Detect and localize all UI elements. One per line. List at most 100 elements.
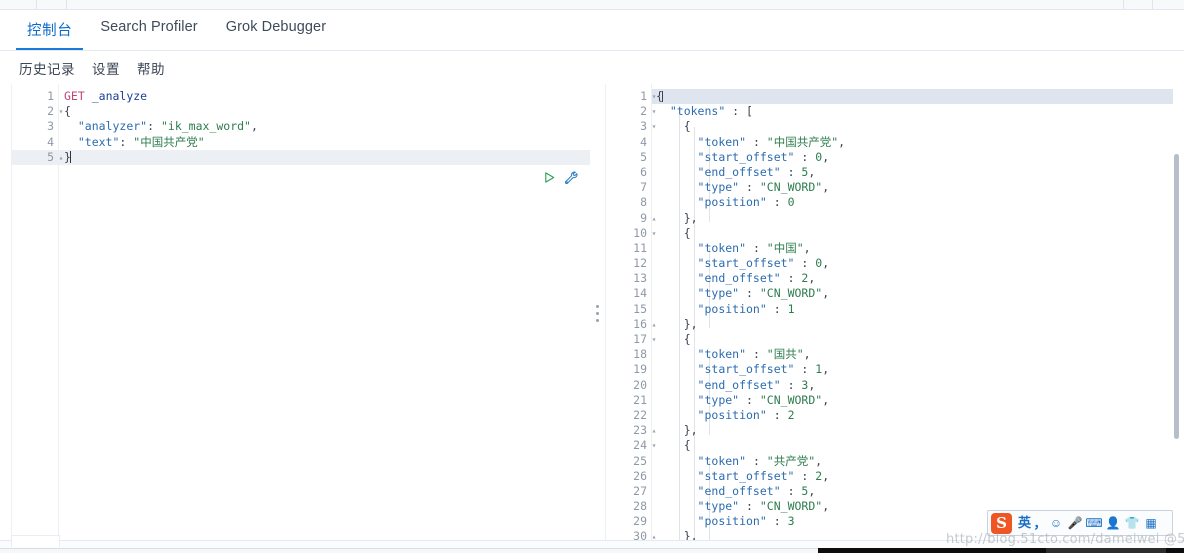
main-tabbar: 控制台 Search Profiler Grok Debugger (0, 10, 1184, 51)
sogou-ime-toolbar[interactable]: S 英， ☺ 🎤 ⌨ 👤 👕 ▦ (987, 510, 1173, 536)
ime-user-center-icon[interactable]: 👤 (1104, 513, 1122, 533)
response-line-number: 19 (633, 362, 647, 377)
response-line-number: 20 (633, 377, 647, 392)
request-code-line: } (64, 149, 71, 164)
ime-language-mode-icon[interactable]: 英 (1016, 513, 1033, 533)
response-code-line: }, (683, 210, 698, 225)
response-line-number: 27 (633, 483, 647, 498)
request-code[interactable]: GET _analyze{ "analyzer": "ik_max_word",… (64, 89, 590, 165)
response-line-number: 26 (633, 468, 647, 483)
response-code-line: "position" : 2 (697, 407, 795, 422)
browser-chrome-strip (0, 0, 1184, 10)
response-line-number: 16 ▴ (606, 317, 656, 332)
play-icon[interactable] (543, 171, 556, 184)
wrench-icon[interactable] (563, 170, 578, 185)
chrome-seam (36, 0, 37, 9)
response-line-number: 22 (633, 407, 647, 422)
request-line-numbers: 1 2 ▾ 3 4 5 ▴ (12, 89, 63, 165)
ime-skin-icon[interactable]: 👕 (1123, 513, 1141, 533)
response-line-number: 10 ▾ (606, 226, 656, 241)
submenu-item-0[interactable]: 历史记录 (19, 58, 75, 78)
chrome-seam (66, 0, 67, 9)
response-code-line: "start_offset" : 2, (697, 468, 830, 483)
response-line-number: 15 (633, 301, 647, 316)
request-line-number: 4 (47, 134, 54, 149)
submenu-list: 历史记录 设置 帮助 (19, 51, 165, 84)
response-line-number: 17 ▾ (606, 332, 656, 347)
submenu-item-2[interactable]: 帮助 (137, 58, 165, 78)
response-line-number: 24 ▾ (606, 438, 656, 453)
response-line-number: 3 ▾ (606, 119, 656, 134)
response-code-line: "token" : "中国", (697, 240, 811, 255)
request-code-line: "analyzer": "ik_max_word", (77, 119, 258, 134)
response-line-number: 7 (640, 180, 647, 195)
request-code-line: { (64, 104, 71, 119)
response-line-number: 9 ▴ (606, 211, 656, 226)
taskbar-segment (1046, 548, 1166, 553)
request-line-number: 1 (47, 89, 54, 103)
taskbar-page-area (0, 548, 818, 553)
response-code-line: }, (683, 316, 698, 331)
response-code-line: "start_offset" : 0, (697, 149, 830, 164)
request-code-line: GET _analyze (64, 89, 148, 103)
ime-item-list: 英， ☺ 🎤 ⌨ 👤 👕 ▦ (1016, 513, 1160, 533)
response-code-line: "start_offset" : 1, (697, 362, 830, 377)
response-code-line: "type" : "CN_WORD", (697, 180, 830, 195)
request-code-line: "text": "中国共产党" (77, 134, 205, 149)
response-line-number: 21 (633, 392, 647, 407)
response-code-line: "end_offset" : 3, (697, 377, 816, 392)
response-code-line: "position" : 1 (697, 301, 795, 316)
splitter-grip-icon[interactable] (596, 305, 600, 326)
response-line-number: 23 ▴ (606, 423, 656, 438)
response-line-number: 13 (633, 271, 647, 286)
response-line-number: 18 (633, 347, 647, 362)
editor-workarea: 1 2 ▾ 3 4 5 ▴ GET _analyze{ "analyzer": "ik_ma… (0, 84, 1184, 540)
response-line-number: 1 ▾ (606, 89, 656, 104)
response-line-number: 30 ▴ (606, 529, 656, 540)
response-scrollbar[interactable] (1174, 154, 1179, 439)
response-line-number: 14 (633, 286, 647, 301)
ime-soft-keyboard-icon[interactable]: ⌨ (1085, 513, 1103, 533)
ime-emoji-icon[interactable]: ☺ (1047, 513, 1065, 533)
tab-1[interactable]: Search Profiler (86, 10, 211, 50)
response-line-number: 12 (633, 256, 647, 271)
response-code-line: { (683, 438, 691, 453)
response-line-number: 4 (640, 134, 647, 149)
response-line-number: 8 (640, 195, 647, 210)
request-line-number: 2 ▾ (12, 104, 63, 119)
response-code-line: "position" : 0 (697, 195, 795, 210)
response-code-line: "start_offset" : 0, (697, 256, 830, 271)
response-code-line: }, (683, 423, 698, 438)
tab-2[interactable]: Grok Debugger (212, 10, 340, 50)
chrome-seam (1152, 0, 1153, 9)
response-viewer[interactable]: 1 ▾ 2 ▾ 3 ▾ 4 5 6 7 8 9 ▴ 10 ▾ 11 12 13 14 15 16 ▴ 17 ▾ 18 19 20 21… (605, 84, 1184, 540)
ime-voice-input-icon[interactable]: 🎤 (1066, 513, 1084, 533)
response-code-line: { (683, 225, 691, 240)
response-line-numbers: 1 ▾ 2 ▾ 3 ▾ 4 5 6 7 8 9 ▴ 10 ▾ 11 12 13 14 15 16 ▴ 17 ▾ 18 19 20 21… (606, 89, 656, 540)
left-rail (0, 84, 12, 540)
ime-toolbox-icon[interactable]: ▦ (1142, 513, 1160, 533)
response-code-line: "token" : "国共", (697, 347, 811, 362)
sogou-logo-icon[interactable]: S (991, 512, 1012, 534)
response-line-number: 25 (633, 453, 647, 468)
response-code: { "tokens" : [ { "token" : "中国共产党", "sta… (656, 89, 1184, 540)
response-line-number: 6 (640, 164, 647, 179)
request-editor[interactable]: 1 2 ▾ 3 4 5 ▴ GET _analyze{ "analyzer": "ik_ma… (12, 84, 590, 540)
ime-punctuation-mode-icon[interactable]: ， (1034, 513, 1047, 533)
tab-0[interactable]: 控制台 (13, 10, 86, 50)
taskbar (0, 548, 1184, 553)
response-code-line: { (683, 119, 691, 134)
response-code-line: "tokens" : [ (669, 104, 753, 119)
bottom-chip (11, 535, 60, 547)
response-code-line: { (656, 89, 663, 103)
response-line-number: 29 (633, 514, 647, 529)
response-code-line: { (683, 332, 691, 346)
request-line-number: 5 ▴ (12, 150, 63, 165)
response-code-line: "type" : "CN_WORD", (697, 286, 830, 301)
pane-splitter[interactable] (591, 84, 605, 540)
response-code-line: "token" : "中国共产党", (697, 134, 846, 149)
request-line-number: 3 (47, 119, 54, 134)
response-code-line: "end_offset" : 5, (697, 483, 816, 498)
response-line-number: 11 (633, 240, 647, 255)
submenu-item-1[interactable]: 设置 (92, 58, 120, 78)
